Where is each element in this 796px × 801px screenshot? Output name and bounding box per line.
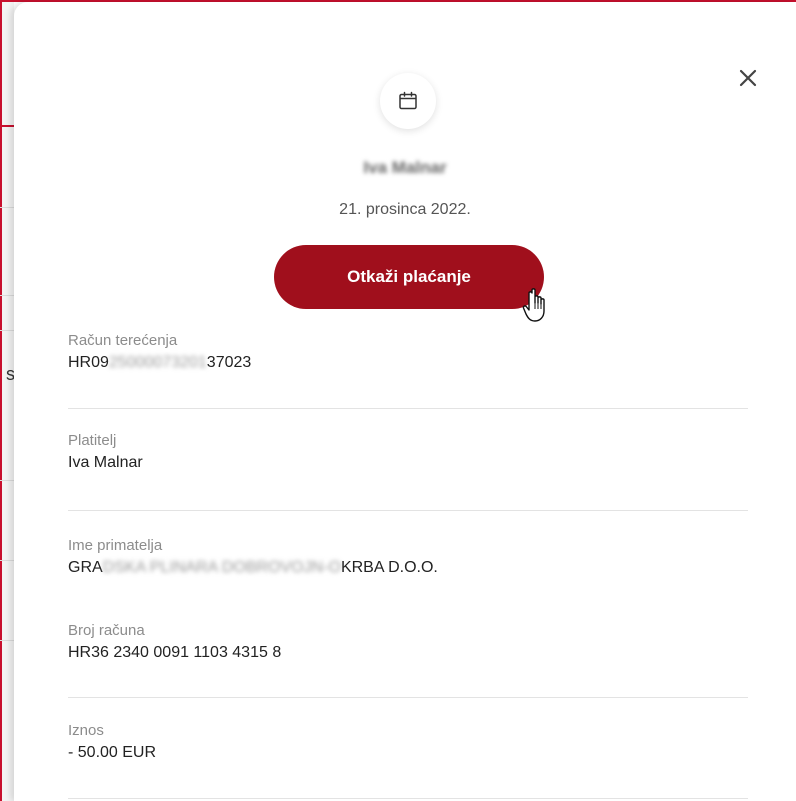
debit-account-suffix: 37023 [206, 354, 252, 371]
close-button[interactable] [736, 66, 760, 90]
background-divider [0, 560, 14, 561]
cancel-payment-button[interactable]: Otkaži plaćanje [274, 245, 544, 309]
amount-value: - 50.00 EUR [68, 744, 157, 761]
payment-date: 21. prosinca 2022. [339, 201, 471, 218]
account-number-value: HR36 2340 0091 1103 4315 8 [68, 644, 282, 661]
field-divider [68, 798, 748, 799]
background-divider [0, 330, 14, 331]
payer-value: Iva Malnar [68, 454, 143, 471]
field-divider [68, 510, 748, 511]
field-divider [68, 697, 748, 698]
background-page [0, 0, 14, 801]
payer-field: Platitelj Iva Malnar [68, 432, 748, 472]
recipient-name-suffix: KRBA D.O.O. [340, 559, 438, 576]
background-divider [0, 640, 14, 641]
hand-cursor-icon [522, 288, 545, 322]
payer-label: Platitelj [68, 432, 117, 449]
debit-account-field: Račun terećenja HR092500007320137023 [68, 332, 748, 372]
payment-details-modal: Iva Malnar 21. prosinca 2022. Otkaži pla… [14, 2, 796, 801]
close-icon[interactable] [736, 66, 760, 90]
calendar-icon-badge [380, 73, 436, 129]
account-number-label: Broj računa [68, 622, 145, 639]
debit-account-value: HR092500007320137023 [68, 354, 748, 372]
recipient-name-prefix: GRA [68, 559, 103, 576]
background-divider [0, 295, 14, 296]
background-divider [0, 480, 14, 481]
amount-label: Iznos [68, 722, 104, 739]
field-divider [68, 408, 748, 409]
screen: s Iva Malnar 21. prosinca 2022. Otkaži p… [0, 0, 796, 801]
recipient-name-value: GRADSKA PLINARA DOBROVOJN-OKRBA D.O.O. [68, 559, 748, 577]
background-divider [0, 207, 14, 208]
amount-field: Iznos - 50.00 EUR [68, 722, 748, 762]
background-red-border [0, 0, 2, 801]
payer-name-heading: Iva Malnar [363, 158, 447, 177]
account-number-field: Broj računa HR36 2340 0091 1103 4315 8 [68, 622, 748, 662]
debit-account-label: Račun terećenja [68, 332, 178, 349]
calendar-icon [399, 91, 417, 110]
recipient-name-obscured: DSKA PLINARA DOBROVOJN-O [102, 559, 341, 576]
recipient-name-field: Ime primatelja GRADSKA PLINARA DOBROVOJN… [68, 537, 748, 577]
debit-account-obscured: 25000073201 [108, 354, 207, 371]
background-red-marker [0, 125, 14, 127]
debit-account-prefix: HR09 [68, 354, 109, 371]
recipient-name-label: Ime primatelja [68, 537, 163, 554]
